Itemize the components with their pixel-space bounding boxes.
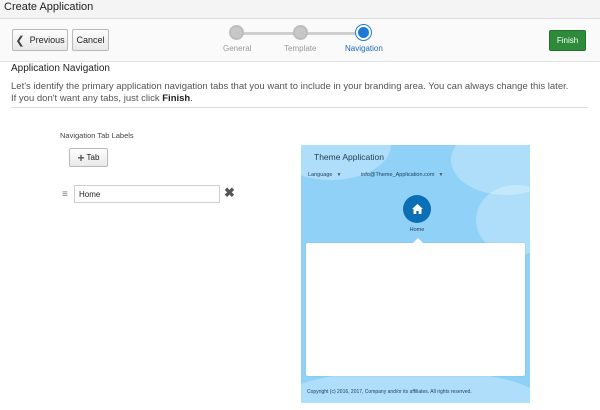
window-title: Create Application (0, 0, 600, 18)
plus-icon: + (77, 150, 85, 165)
preview-user-label: info@Theme_Application.com (361, 172, 435, 178)
preview-app-title: Theme Application (314, 152, 384, 162)
add-tab-button-label: Tab (86, 153, 100, 162)
wizard-train: General Template Navigation (215, 24, 395, 58)
home-glyph (411, 204, 423, 214)
previous-button-label: Previous (29, 35, 65, 45)
section-divider (11, 107, 588, 108)
train-step-general-label[interactable]: General (223, 44, 251, 53)
train-step-template-dot[interactable] (293, 25, 308, 40)
preview-user-menu: info@Theme_Application.com ▼ (361, 172, 443, 178)
description-line-2-suffix: . (190, 93, 193, 104)
train-step-navigation-dot[interactable] (356, 25, 371, 40)
description-line-2-prefix: If you don't want any tabs, just click (11, 93, 163, 104)
navigation-tab-labels-heading: Navigation Tab Labels (60, 131, 134, 140)
description-finish-emphasis: Finish (162, 93, 191, 104)
chevron-left-icon: ❮ (15, 34, 25, 47)
section-description: Let's identify the primary application n… (11, 81, 591, 105)
caret-down-icon: ▼ (438, 172, 444, 178)
caret-down-icon: ▼ (336, 172, 342, 178)
train-step-template-label[interactable]: Template (284, 44, 316, 53)
wizard-header: ❮ Previous Cancel General Template Navig… (0, 18, 600, 62)
drag-handle-icon[interactable]: ≡ (62, 189, 68, 200)
description-line-1: Let's identify the primary application n… (11, 81, 569, 92)
preview-home-tab-label: Home (409, 227, 425, 233)
train-step-navigation-label[interactable]: Navigation (345, 44, 383, 53)
tab-label-input[interactable] (74, 185, 220, 203)
preview-language-menu: Language ▼ (308, 172, 341, 178)
finish-button[interactable]: Finish (549, 30, 586, 51)
description-line-2: If you don't want any tabs, just click F… (11, 93, 591, 105)
add-tab-button[interactable]: + Tab (69, 148, 108, 167)
close-icon[interactable]: ✖ (224, 185, 236, 201)
preview-content-panel (306, 243, 525, 376)
cancel-button[interactable]: Cancel (72, 29, 109, 51)
theme-preview: Theme Application Language ▼ info@Theme_A… (301, 145, 530, 403)
section-title: Application Navigation (11, 63, 110, 74)
previous-button[interactable]: ❮ Previous (12, 29, 68, 51)
preview-footer: Copyright (c) 2016, 2017, Company and/or… (307, 389, 472, 395)
preview-language-label: Language (308, 172, 333, 178)
home-icon (403, 195, 431, 223)
train-step-general-dot[interactable] (229, 25, 244, 40)
